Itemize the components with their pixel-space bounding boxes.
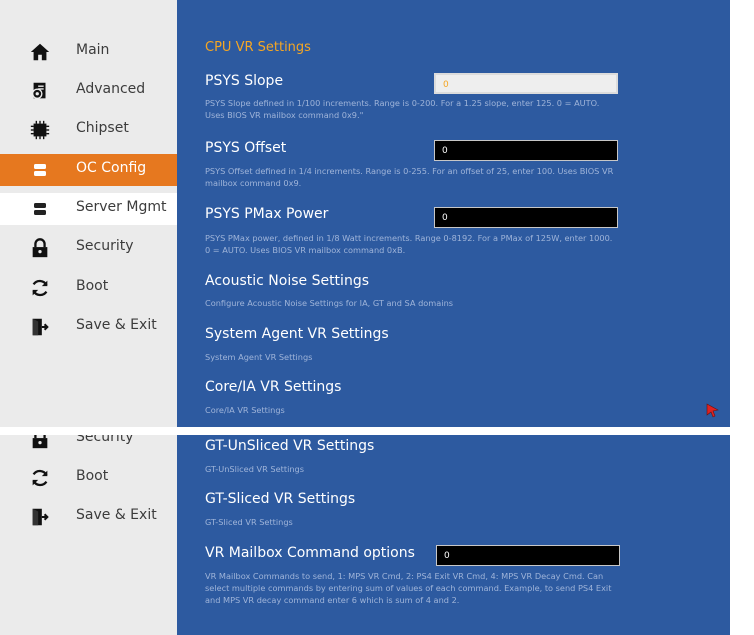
settings-panel-top: CPU VR Settings PSYS Slope 0 PSYS Slope … [177, 0, 730, 427]
server-icon [28, 158, 52, 182]
lock-icon [28, 435, 52, 451]
submenu-gt-unsliced-vr[interactable]: GT-UnSliced VR Settings [205, 438, 374, 454]
home-icon [28, 40, 52, 64]
nav-item-security[interactable]: Security [0, 232, 177, 264]
lock-icon [28, 236, 52, 260]
nav-item-server-mgmt[interactable]: Server Mgmt [0, 193, 177, 225]
psys-offset-description: PSYS Offset defined in 1/4 increments. R… [205, 166, 614, 188]
vr-mailbox-command-input[interactable]: 0 [436, 545, 620, 566]
nav-item-label: Save & Exit [76, 507, 157, 523]
gear-document-icon [28, 79, 52, 103]
bios-screen-bottom: Security Boot Save & Exit GT-UnSliced VR… [0, 435, 754, 635]
nav-item-label: Save & Exit [76, 317, 157, 333]
vr-mailbox-command-label: VR Mailbox Command options [205, 545, 415, 561]
exit-icon [28, 505, 52, 529]
nav-item-label: Server Mgmt [76, 199, 167, 215]
submenu-core-ia-vr[interactable]: Core/IA VR Settings [205, 379, 341, 395]
section-title: CPU VR Settings [205, 40, 311, 55]
nav-item-oc-config[interactable]: OC Config [0, 154, 177, 186]
nav-item-advanced[interactable]: Advanced [0, 75, 177, 107]
psys-slope-description: PSYS Slope defined in 1/100 increments. … [205, 98, 600, 120]
nav-item-security[interactable]: Security [0, 435, 177, 455]
nav-item-boot[interactable]: Boot [0, 272, 177, 304]
chip-icon [28, 118, 52, 142]
psys-slope-label: PSYS Slope [205, 73, 284, 89]
nav-item-label: Advanced [76, 81, 146, 97]
sidebar-top: Main Advanced Chipset OC Config Server M… [0, 0, 177, 427]
nav-item-label: Chipset [76, 120, 129, 136]
nav-item-save-exit[interactable]: Save & Exit [0, 501, 177, 533]
scrollbar-top[interactable] [730, 0, 754, 427]
core-ia-vr-description: Core/IA VR Settings [205, 405, 285, 415]
nav-item-label: Security [76, 435, 134, 445]
mouse-cursor-icon [706, 403, 719, 418]
refresh-icon [28, 276, 52, 300]
gt-sliced-vr-description: GT-Sliced VR Settings [205, 517, 293, 527]
psys-slope-input[interactable]: 0 [434, 73, 618, 94]
nav-item-label: Security [76, 238, 134, 254]
psys-offset-label: PSYS Offset [205, 140, 287, 156]
psys-offset-input[interactable]: 0 [434, 140, 618, 161]
nav-item-label: Boot [76, 278, 109, 294]
vr-mailbox-command-description: VR Mailbox Commands to send, 1: MPS VR C… [205, 571, 612, 605]
exit-icon [28, 315, 52, 339]
nav-item-label: Boot [76, 468, 109, 484]
nav-item-label: OC Config [76, 160, 147, 176]
submenu-system-agent-vr[interactable]: System Agent VR Settings [205, 326, 389, 342]
scrollbar-bottom[interactable] [730, 435, 754, 635]
system-agent-vr-description: System Agent VR Settings [205, 352, 313, 362]
submenu-gt-sliced-vr[interactable]: GT-Sliced VR Settings [205, 491, 355, 507]
nav-item-main[interactable]: Main [0, 36, 177, 68]
gt-unsliced-vr-description: GT-UnSliced VR Settings [205, 464, 304, 474]
nav-item-save-exit[interactable]: Save & Exit [0, 311, 177, 343]
acoustic-noise-description: Configure Acoustic Noise Settings for IA… [205, 298, 454, 308]
nav-item-boot[interactable]: Boot [0, 462, 177, 494]
psys-pmax-power-label: PSYS PMax Power [205, 206, 329, 222]
nav-item-chipset[interactable]: Chipset [0, 114, 177, 146]
psys-pmax-power-input[interactable]: 0 [434, 207, 618, 228]
submenu-acoustic-noise[interactable]: Acoustic Noise Settings [205, 273, 369, 289]
server-icon [28, 197, 52, 221]
bios-screen-top: Main Advanced Chipset OC Config Server M… [0, 0, 754, 427]
refresh-icon [28, 466, 52, 490]
settings-panel-bottom: GT-UnSliced VR Settings GT-UnSliced VR S… [177, 435, 730, 635]
psys-pmax-power-description: PSYS PMax power, defined in 1/8 Watt inc… [205, 233, 613, 255]
sidebar-bottom: Security Boot Save & Exit [0, 435, 177, 635]
nav-item-label: Main [76, 42, 110, 58]
